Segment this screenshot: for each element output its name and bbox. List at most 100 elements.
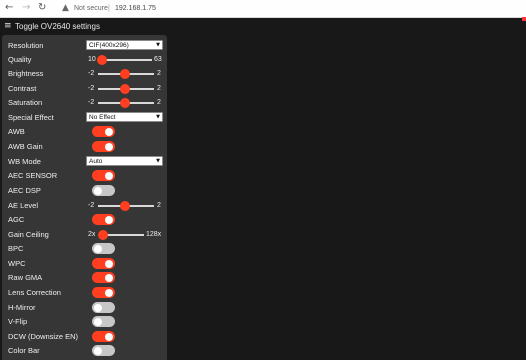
v-flip-toggle[interactable] <box>92 316 115 327</box>
wpc-label: WPC <box>8 259 26 268</box>
ae-level-label: AE Level <box>8 201 39 210</box>
chevron-down-icon: ▼ <box>156 42 160 48</box>
resolution-row: Resolution CIF(400x296) ▼ <box>2 39 167 53</box>
address-separator: | <box>108 5 110 12</box>
brightness-slider-thumb[interactable] <box>120 69 130 79</box>
saturation-slider-thumb[interactable] <box>120 98 130 108</box>
toggle-knob <box>105 332 113 341</box>
agc-toggle[interactable] <box>92 214 115 225</box>
color-bar-row: Color Bar <box>2 344 167 358</box>
wpc-toggle[interactable] <box>92 258 115 269</box>
forward-arrow-icon[interactable]: → <box>22 2 30 14</box>
gain-ceiling-slider-track[interactable] <box>102 234 144 236</box>
lens-correction-toggle[interactable] <box>92 287 115 298</box>
resolution-select-value: CIF(400x296) <box>89 42 129 49</box>
aec-sensor-row: AEC SENSOR <box>2 169 167 183</box>
contrast-max: 2 <box>157 85 161 92</box>
quality-min: 10 <box>88 56 96 63</box>
settings-panel: Resolution CIF(400x296) ▼ Quality 10 63 … <box>2 35 167 360</box>
bpc-label: BPC <box>8 244 24 253</box>
special-effect-select-value: No Effect <box>89 114 116 121</box>
saturation-row: Saturation -2 2 <box>2 96 167 110</box>
toggle-knob <box>94 346 102 355</box>
saturation-label: Saturation <box>8 98 43 107</box>
toggle-knob <box>105 273 113 282</box>
toggle-knob <box>94 317 102 326</box>
special-effect-row: Special Effect No Effect ▼ <box>2 111 167 125</box>
h-mirror-row: H-Mirror <box>2 301 167 315</box>
wb-mode-row: WB Mode Auto ▼ <box>2 155 167 169</box>
color-bar-toggle[interactable] <box>92 345 115 356</box>
aec-dsp-row: AEC DSP <box>2 184 167 198</box>
awb-gain-label: AWB Gain <box>8 142 43 151</box>
toggle-knob <box>105 142 113 151</box>
saturation-min: -2 <box>88 99 95 106</box>
h-mirror-toggle[interactable] <box>92 302 115 313</box>
contrast-row: Contrast -2 2 <box>2 82 167 96</box>
lens-correction-row: Lens Correction <box>2 286 167 300</box>
aec-sensor-label: AEC SENSOR <box>8 171 58 180</box>
chevron-down-icon: ▼ <box>156 114 160 120</box>
ae-level-max: 2 <box>157 202 161 209</box>
brightness-min: -2 <box>88 70 95 77</box>
dcw-label: DCW (Downsize EN) <box>8 332 79 341</box>
wb-mode-label: WB Mode <box>8 157 41 166</box>
toggle-knob <box>105 171 113 180</box>
toggle-settings-button[interactable]: ≡ Toggle OV2640 settings <box>0 17 170 36</box>
awb-gain-row: AWB Gain <box>2 140 167 154</box>
special-effect-select[interactable]: No Effect ▼ <box>86 112 163 122</box>
quality-max: 63 <box>154 56 162 63</box>
toggle-knob <box>105 215 113 224</box>
reload-icon[interactable]: ↻ <box>38 2 46 14</box>
raw-gma-toggle[interactable] <box>92 272 115 283</box>
aec-dsp-toggle[interactable] <box>92 185 115 196</box>
awb-row: AWB <box>2 125 167 139</box>
brightness-row: Brightness -2 2 <box>2 67 167 81</box>
dcw-toggle[interactable] <box>92 331 115 342</box>
back-arrow-icon[interactable]: ← <box>5 2 13 14</box>
quality-slider-thumb[interactable] <box>97 55 107 65</box>
warning-icon[interactable]: ▲ <box>62 2 69 14</box>
wpc-row: WPC <box>2 257 167 271</box>
quality-row: Quality 10 63 <box>2 53 167 67</box>
aec-sensor-toggle[interactable] <box>92 170 115 181</box>
ae-level-row: AE Level -2 2 <box>2 199 167 213</box>
lens-correction-label: Lens Correction <box>8 288 61 297</box>
agc-row: AGC <box>2 213 167 227</box>
browser-toolbar: ← → ↻ ▲ Not secure | 192.168.1.75 <box>0 0 526 18</box>
ae-level-slider-thumb[interactable] <box>120 201 130 211</box>
resolution-select[interactable]: CIF(400x296) ▼ <box>86 40 163 50</box>
bpc-row: BPC <box>2 242 167 256</box>
bpc-toggle[interactable] <box>92 243 115 254</box>
gain-ceiling-min: 2x <box>88 231 96 238</box>
contrast-label: Contrast <box>8 84 37 93</box>
gain-ceiling-slider-thumb[interactable] <box>98 230 108 240</box>
resolution-label: Resolution <box>8 41 44 50</box>
toggle-knob <box>94 303 102 312</box>
contrast-slider-thumb[interactable] <box>120 84 130 94</box>
quality-label: Quality <box>8 55 32 64</box>
awb-gain-toggle[interactable] <box>92 141 115 152</box>
toggle-knob <box>94 244 102 253</box>
wb-mode-select[interactable]: Auto ▼ <box>86 156 163 166</box>
brightness-max: 2 <box>157 70 161 77</box>
h-mirror-label: H-Mirror <box>8 303 36 312</box>
saturation-max: 2 <box>157 99 161 106</box>
brightness-label: Brightness <box>8 69 44 78</box>
contrast-min: -2 <box>88 85 95 92</box>
aec-dsp-label: AEC DSP <box>8 186 41 195</box>
raw-gma-label: Raw GMA <box>8 273 43 282</box>
ae-level-min: -2 <box>88 202 95 209</box>
v-flip-label: V-Flip <box>8 317 28 326</box>
security-label[interactable]: Not secure <box>74 3 108 14</box>
chevron-down-icon: ▼ <box>156 158 160 164</box>
awb-toggle[interactable] <box>92 126 115 137</box>
awb-label: AWB <box>8 127 25 136</box>
address-bar-url[interactable]: 192.168.1.75 <box>115 3 156 14</box>
quality-slider-track[interactable] <box>100 59 152 61</box>
dcw-row: DCW (Downsize EN) <box>2 330 167 344</box>
toggle-knob <box>94 186 102 195</box>
gain-ceiling-label: Gain Ceiling <box>8 230 49 239</box>
toggle-knob <box>105 288 113 297</box>
gain-ceiling-max: 128x <box>146 231 162 238</box>
